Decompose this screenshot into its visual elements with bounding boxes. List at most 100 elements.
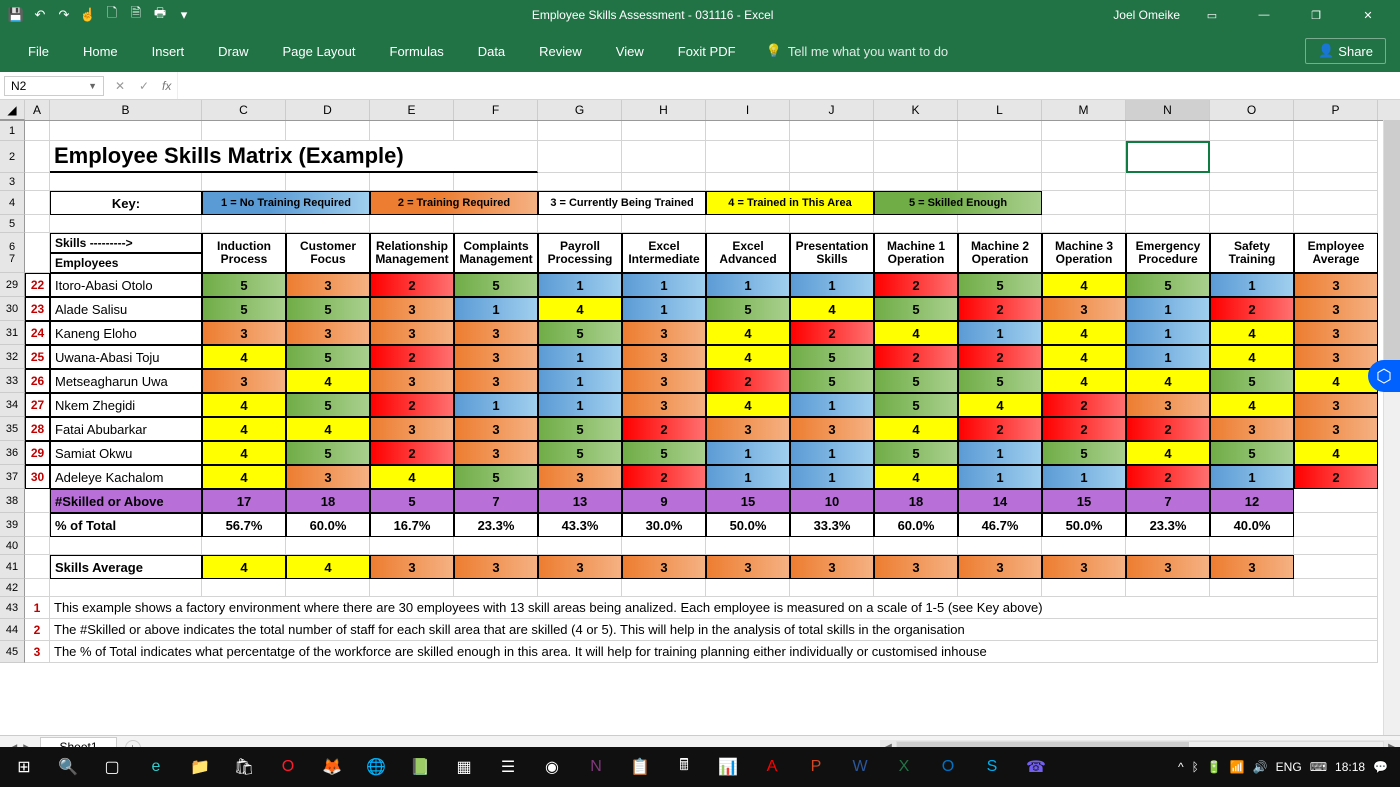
cell[interactable] — [1042, 173, 1126, 191]
score-cell[interactable]: 4 — [790, 297, 874, 321]
score-cell[interactable]: 4 — [202, 417, 286, 441]
row-header[interactable]: 39 — [0, 513, 25, 537]
cell[interactable] — [706, 141, 790, 173]
col-header[interactable]: G — [538, 100, 622, 120]
app-icon[interactable]: ☰ — [488, 747, 528, 787]
employee-average[interactable]: 4 — [1294, 369, 1378, 393]
employee-average[interactable]: 3 — [1294, 345, 1378, 369]
score-cell[interactable]: 4 — [1210, 393, 1294, 417]
task-view-icon[interactable]: ▢ — [92, 747, 132, 787]
score-cell[interactable]: 3 — [286, 273, 370, 297]
score-cell[interactable]: 4 — [706, 393, 790, 417]
score-cell[interactable]: 2 — [958, 345, 1042, 369]
score-cell[interactable]: 2 — [706, 369, 790, 393]
avg-value[interactable]: 3 — [538, 555, 622, 579]
col-header[interactable]: O — [1210, 100, 1294, 120]
tab-insert[interactable]: Insert — [136, 30, 201, 72]
save-icon[interactable]: 💾 — [8, 7, 24, 23]
col-header[interactable]: J — [790, 100, 874, 120]
tab-draw[interactable]: Draw — [202, 30, 264, 72]
cell[interactable] — [1294, 191, 1378, 215]
tab-home[interactable]: Home — [67, 30, 134, 72]
col-header[interactable]: M — [1042, 100, 1126, 120]
score-cell[interactable]: 3 — [454, 345, 538, 369]
avg-value[interactable]: 4 — [202, 555, 286, 579]
cell[interactable] — [1126, 215, 1210, 233]
col-header[interactable]: D — [286, 100, 370, 120]
cell[interactable] — [25, 121, 50, 141]
cell[interactable] — [286, 173, 370, 191]
pct-value[interactable]: 43.3% — [538, 513, 622, 537]
score-cell[interactable]: 4 — [202, 345, 286, 369]
skilled-value[interactable]: 18 — [286, 489, 370, 513]
cell[interactable] — [958, 173, 1042, 191]
score-cell[interactable]: 1 — [454, 393, 538, 417]
cell[interactable] — [370, 121, 454, 141]
calculator-icon[interactable]: 🖩 — [664, 747, 704, 787]
row-header[interactable]: 6 7 — [0, 233, 25, 273]
score-cell[interactable]: 5 — [202, 297, 286, 321]
skilled-value[interactable]: 14 — [958, 489, 1042, 513]
score-cell[interactable]: 5 — [622, 441, 706, 465]
score-cell[interactable]: 2 — [958, 417, 1042, 441]
score-cell[interactable]: 3 — [286, 465, 370, 489]
close-button[interactable]: ✕ — [1348, 0, 1388, 30]
score-cell[interactable]: 5 — [538, 441, 622, 465]
row-header[interactable]: 44 — [0, 619, 25, 641]
cell[interactable] — [706, 215, 790, 233]
cell[interactable] — [370, 537, 454, 555]
score-cell[interactable]: 5 — [286, 345, 370, 369]
app-icon[interactable]: ▦ — [444, 747, 484, 787]
row-header[interactable]: 1 — [0, 121, 25, 141]
score-cell[interactable]: 2 — [874, 273, 958, 297]
score-cell[interactable]: 1 — [538, 273, 622, 297]
score-cell[interactable]: 5 — [202, 273, 286, 297]
cell[interactable] — [538, 121, 622, 141]
score-cell[interactable]: 3 — [454, 441, 538, 465]
cell[interactable] — [50, 537, 202, 555]
avg-value[interactable]: 3 — [370, 555, 454, 579]
score-cell[interactable]: 1 — [958, 321, 1042, 345]
score-cell[interactable]: 3 — [370, 321, 454, 345]
score-cell[interactable]: 3 — [1210, 417, 1294, 441]
skilled-value[interactable]: 7 — [454, 489, 538, 513]
cell[interactable] — [1126, 579, 1210, 597]
score-cell[interactable]: 1 — [1210, 273, 1294, 297]
cell[interactable] — [1210, 215, 1294, 233]
score-cell[interactable]: 5 — [286, 297, 370, 321]
score-cell[interactable]: 3 — [622, 393, 706, 417]
score-cell[interactable]: 4 — [1126, 441, 1210, 465]
pct-value[interactable]: 60.0% — [874, 513, 958, 537]
cell[interactable] — [958, 121, 1042, 141]
language-indicator[interactable]: ENG — [1276, 760, 1302, 774]
score-cell[interactable]: 2 — [370, 273, 454, 297]
score-cell[interactable]: 4 — [286, 369, 370, 393]
user-name[interactable]: Joel Omeike — [1113, 8, 1180, 22]
skype-icon[interactable]: S — [972, 747, 1012, 787]
score-cell[interactable]: 3 — [790, 417, 874, 441]
onenote-icon[interactable]: N — [576, 747, 616, 787]
cell[interactable] — [202, 537, 286, 555]
score-cell[interactable]: 5 — [1126, 273, 1210, 297]
score-cell[interactable]: 1 — [1126, 345, 1210, 369]
row-header[interactable]: 45 — [0, 641, 25, 663]
edge-icon[interactable]: e — [136, 747, 176, 787]
score-cell[interactable]: 3 — [454, 321, 538, 345]
skilled-value[interactable]: 15 — [1042, 489, 1126, 513]
cell[interactable] — [790, 537, 874, 555]
cell[interactable] — [50, 121, 202, 141]
tray-chevron-icon[interactable]: ^ — [1178, 760, 1184, 774]
row-header[interactable]: 31 — [0, 321, 25, 345]
pct-value[interactable]: 40.0% — [1210, 513, 1294, 537]
cancel-formula-icon[interactable]: ✕ — [108, 79, 132, 93]
score-cell[interactable]: 4 — [202, 393, 286, 417]
quick-print-icon[interactable]: 🖶 — [152, 7, 168, 23]
score-cell[interactable]: 3 — [370, 417, 454, 441]
cell[interactable] — [202, 579, 286, 597]
excel-icon[interactable]: X — [884, 747, 924, 787]
share-button[interactable]: 👤 Share — [1305, 38, 1386, 64]
score-cell[interactable]: 4 — [1210, 345, 1294, 369]
avg-value[interactable]: 4 — [286, 555, 370, 579]
col-header[interactable]: I — [706, 100, 790, 120]
score-cell[interactable]: 2 — [1042, 393, 1126, 417]
